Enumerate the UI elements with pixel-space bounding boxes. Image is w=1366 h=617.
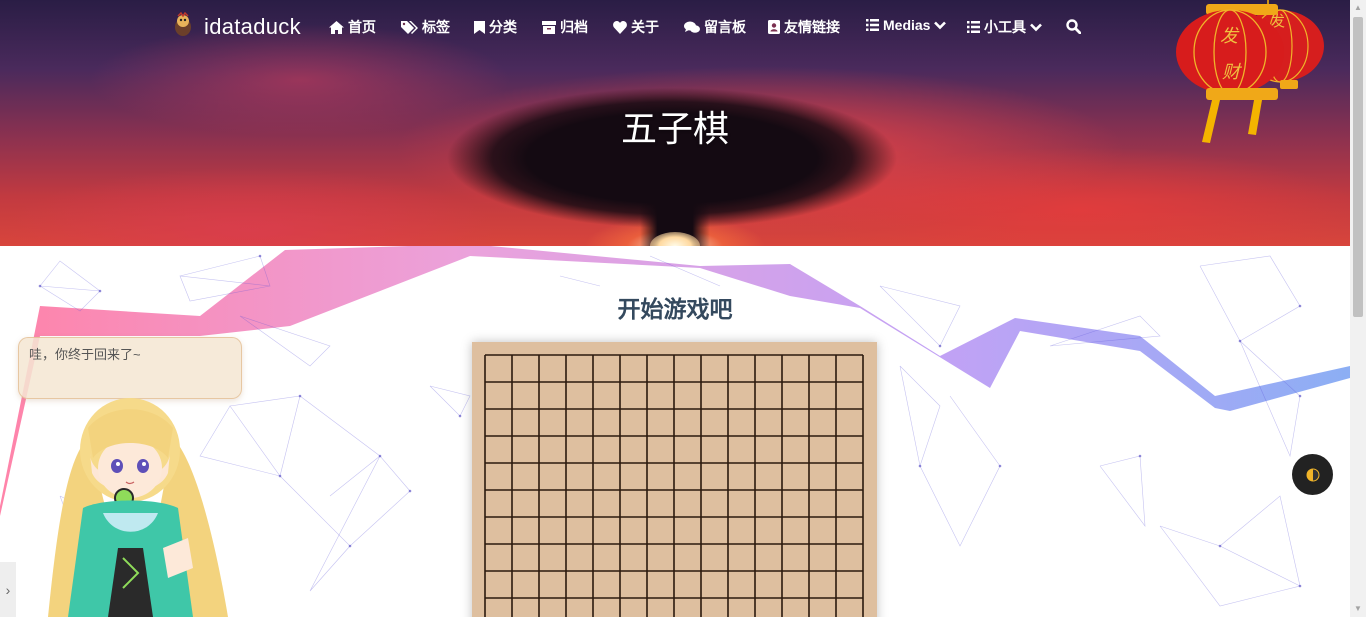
scroll-thumb[interactable]: [1353, 17, 1363, 317]
lantern-left-char-2: 财: [1222, 62, 1243, 83]
nav-item-guestbook[interactable]: 留言板: [684, 17, 746, 37]
search-icon[interactable]: [1066, 19, 1081, 34]
game-title: 开始游戏吧: [617, 296, 733, 322]
nav-item-medias[interactable]: Medias: [866, 17, 947, 33]
half-moon-icon: [1306, 468, 1319, 481]
top-navbar: idataduck 首页 标签 分类 归档 关于 留言板 友情链接 Medias…: [0, 0, 1350, 54]
home-icon: [329, 20, 344, 34]
list-icon: [967, 21, 980, 33]
nav-item-about[interactable]: 关于: [613, 17, 659, 37]
scroll-up-arrow-icon[interactable]: ▲: [1354, 3, 1362, 12]
chevron-right-icon: ›: [5, 581, 11, 598]
site-logo-icon[interactable]: [172, 12, 194, 38]
side-panel-toggle[interactable]: ›: [0, 562, 16, 617]
comments-icon: [684, 21, 700, 33]
chevron-down-icon: [1030, 23, 1042, 31]
mascot-message: 哇，你终于回来了~: [29, 347, 141, 362]
nav-item-tools[interactable]: 小工具: [967, 17, 1042, 37]
lantern-left-char-1: 发: [1220, 26, 1240, 47]
nav-item-archives[interactable]: 归档: [542, 17, 588, 37]
page-title: 五子棋: [620, 108, 729, 149]
nav-item-tags[interactable]: 标签: [401, 17, 450, 37]
nav-item-home[interactable]: 首页: [329, 17, 376, 37]
chevron-down-icon: [934, 21, 947, 29]
page-scrollbar[interactable]: ▲ ▼: [1350, 0, 1366, 617]
mascot-speech-bubble: 哇，你终于回来了~: [18, 337, 242, 399]
nav-item-friend-links[interactable]: 友情链接: [768, 17, 840, 37]
lantern-decoration: 发 发 财: [1176, 0, 1324, 143]
theme-toggle-button[interactable]: [1292, 454, 1333, 495]
nav-item-categories[interactable]: 分类: [474, 17, 517, 37]
board-grid[interactable]: [472, 342, 877, 617]
gomoku-board[interactable]: [472, 342, 877, 617]
list-icon: [866, 19, 879, 31]
heart-icon: [613, 20, 627, 34]
tags-icon: [401, 20, 418, 34]
scroll-down-arrow-icon[interactable]: ▼: [1354, 604, 1362, 613]
archive-icon: [542, 20, 556, 34]
address-book-icon: [768, 20, 780, 34]
mascot-character[interactable]: [28, 398, 233, 617]
bookmark-icon: [474, 20, 485, 34]
site-brand-link[interactable]: idataduck: [204, 14, 301, 40]
